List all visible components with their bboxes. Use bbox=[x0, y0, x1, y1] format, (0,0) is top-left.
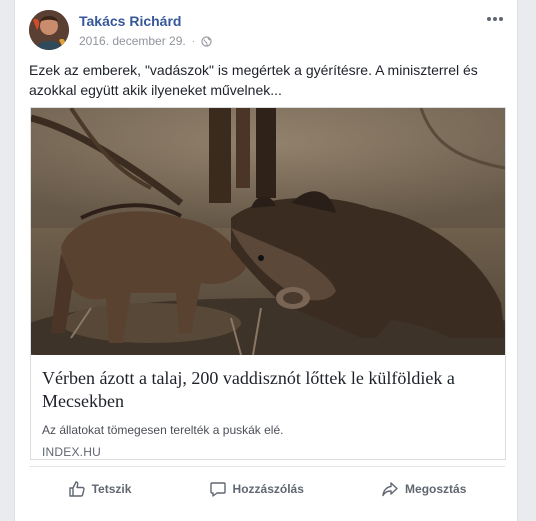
share-button[interactable]: Megosztás bbox=[371, 476, 476, 502]
link-domain: INDEX.HU bbox=[42, 445, 101, 459]
globe-icon[interactable] bbox=[201, 35, 212, 47]
comment-icon bbox=[209, 481, 226, 497]
link-image[interactable] bbox=[31, 108, 505, 355]
meta-separator: · bbox=[191, 35, 196, 47]
post-card: Takács Richárd 2016. december 29. · Ezek… bbox=[14, 0, 518, 521]
link-info: Vérben ázott a talaj, 200 vaddisznót lőt… bbox=[42, 367, 495, 459]
share-icon bbox=[382, 481, 398, 496]
link-description: Az állatokat tömegesen terelték a puskák… bbox=[42, 423, 284, 437]
author-name[interactable]: Takács Richárd bbox=[79, 13, 181, 29]
share-label: Megosztás bbox=[405, 481, 467, 496]
comment-button[interactable]: Hozzászólás bbox=[199, 476, 314, 502]
link-title[interactable]: Vérben ázott a talaj, 200 vaddisznót lőt… bbox=[42, 367, 495, 413]
like-label: Tetszik bbox=[91, 481, 132, 496]
link-preview[interactable]: Vérben ázott a talaj, 200 vaddisznót lőt… bbox=[30, 107, 506, 460]
post-actions: Tetszik Hozzászólás Megosztás bbox=[29, 466, 505, 498]
more-options-icon[interactable] bbox=[483, 10, 507, 28]
post-header: Takács Richárd 2016. december 29. · bbox=[29, 10, 507, 52]
post-text: Ezek az emberek, "vadászok" is megértek … bbox=[29, 62, 478, 98]
author-avatar[interactable] bbox=[29, 10, 69, 50]
like-button[interactable]: Tetszik bbox=[58, 476, 142, 502]
post-meta: 2016. december 29. · bbox=[79, 34, 212, 48]
comment-label: Hozzászólás bbox=[232, 481, 304, 496]
post-date[interactable]: 2016. december 29. bbox=[79, 34, 186, 48]
thumbs-up-icon bbox=[68, 480, 85, 497]
